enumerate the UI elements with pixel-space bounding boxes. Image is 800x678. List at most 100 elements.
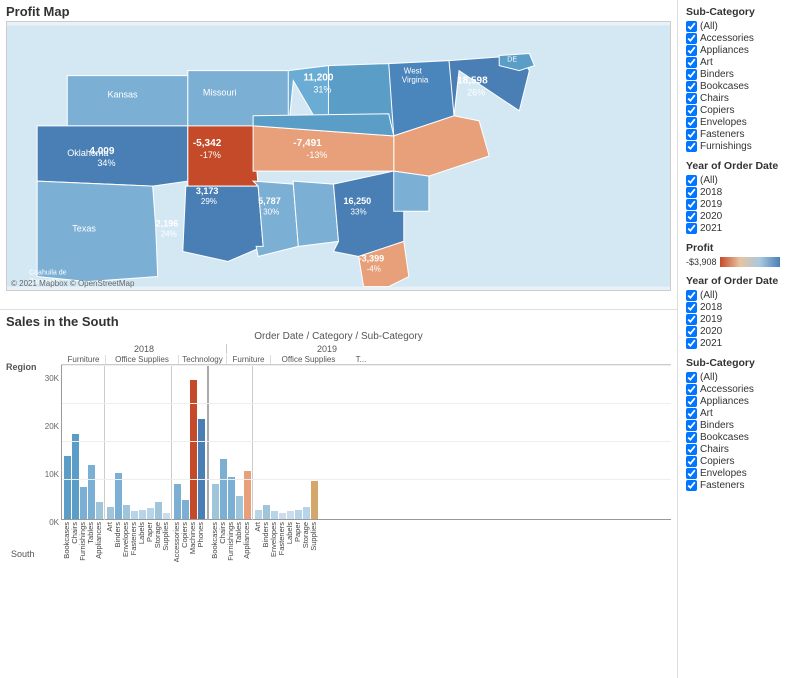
sidebar-item-appliances-top[interactable]: Appliances [686, 45, 792, 56]
checkbox-year-all-top[interactable] [686, 175, 697, 186]
label-2018-top: 2018 [700, 187, 722, 198]
kansas-label: Kansas [107, 90, 138, 100]
checkbox-appliances-top[interactable] [686, 45, 697, 56]
sidebar-item-binders-top[interactable]: Binders [686, 69, 792, 80]
sidebar-subcat-chairs-bottom[interactable]: Chairs [686, 444, 792, 455]
xl-binders-2019: Binders [261, 522, 269, 547]
checkbox-2021-bottom[interactable] [686, 338, 697, 349]
sidebar-subcat-art-bottom[interactable]: Art [686, 408, 792, 419]
year-2018-header: 2018 [62, 344, 227, 354]
svg-text:2,196: 2,196 [156, 218, 179, 228]
sidebar-year-2021-top[interactable]: 2021 [686, 223, 792, 234]
sidebar-year-top: Year of Order Date (All) 2018 2019 2020 … [686, 160, 792, 234]
sidebar-item-bookcases-top[interactable]: Bookcases [686, 81, 792, 92]
xl-labels-2019: Labels [285, 522, 293, 544]
y-0k: 0K [49, 518, 59, 527]
sidebar-subcat-copiers-bottom[interactable]: Copiers [686, 456, 792, 467]
xl-labels-2018: Labels [137, 522, 145, 544]
sidebar-year-2020-top[interactable]: 2020 [686, 211, 792, 222]
xl-machines-2018: Machines [188, 522, 196, 554]
bar-chairs-2019 [220, 459, 227, 519]
checkbox-fasteners-bottom[interactable] [686, 480, 697, 491]
bar-paper-2018 [147, 508, 154, 519]
sidebar-subcat-envelopes-bottom[interactable]: Envelopes [686, 468, 792, 479]
sidebar-year-2018-top[interactable]: 2018 [686, 187, 792, 198]
checkbox-chairs-bottom[interactable] [686, 444, 697, 455]
checkbox-year-all-bottom[interactable] [686, 290, 697, 301]
sidebar-subcat-fasteners-bottom[interactable]: Fasteners [686, 480, 792, 491]
sidebar-subcat-accessories-bottom[interactable]: Accessories [686, 384, 792, 395]
sidebar-subcat-binders-bottom[interactable]: Binders [686, 420, 792, 431]
label-binders-top: Binders [700, 69, 734, 80]
svg-text:31%: 31% [313, 85, 331, 95]
checkbox-copiers-bottom[interactable] [686, 456, 697, 467]
sidebar-item-accessories[interactable]: Accessories [686, 33, 792, 44]
sidebar-year-2020-bottom[interactable]: 2020 [686, 326, 792, 337]
xl-accessories-2018: Accessories [172, 522, 180, 562]
checkbox-2020-bottom[interactable] [686, 326, 697, 337]
checkbox-appliances-bottom[interactable] [686, 396, 697, 407]
checkbox-binders-bottom[interactable] [686, 420, 697, 431]
checkbox-accessories-bottom[interactable] [686, 384, 697, 395]
label-chairs-top: Chairs [700, 93, 729, 104]
bar-bookcases-2019 [212, 484, 219, 519]
label-art-bottom: Art [700, 408, 713, 419]
sidebar-subcat-bookcases-bottom[interactable]: Bookcases [686, 432, 792, 443]
svg-text:16,250: 16,250 [344, 196, 372, 206]
checkbox-subcat-all-bottom[interactable] [686, 372, 697, 383]
checkbox-2019-bottom[interactable] [686, 314, 697, 325]
profit-legend-row: -$3,908 [686, 257, 792, 267]
sidebar-item-envelopes-top[interactable]: Envelopes [686, 117, 792, 128]
checkbox-envelopes-top[interactable] [686, 117, 697, 128]
checkbox-all-top[interactable] [686, 21, 697, 32]
sidebar-item-art-top[interactable]: Art [686, 57, 792, 68]
xl-furnishings-2019: Furnishings [226, 522, 234, 561]
checkbox-accessories[interactable] [686, 33, 697, 44]
sidebar-subcat-appliances-bottom[interactable]: Appliances [686, 396, 792, 407]
checkbox-art-bottom[interactable] [686, 408, 697, 419]
sidebar-subcat-all-bottom[interactable]: (All) [686, 372, 792, 383]
checkbox-fasteners-top[interactable] [686, 129, 697, 140]
copyright-text: © 2021 Mapbox © OpenStreetMap [11, 279, 134, 288]
checkbox-envelopes-bottom[interactable] [686, 468, 697, 479]
sidebar: Sub-Category (All) Accessories Appliance… [677, 0, 800, 678]
bar-chairs-2018 [72, 434, 79, 519]
checkbox-2020-top[interactable] [686, 211, 697, 222]
profit-map-section: Profit Map [0, 0, 677, 310]
sales-south-section: Sales in the South Order Date / Category… [0, 310, 677, 678]
texas-label: Texas [72, 223, 96, 233]
label-fasteners-bottom: Fasteners [700, 480, 744, 491]
map-container: Kansas Missouri West Virginia DE Oklahom… [6, 21, 671, 291]
checkbox-furnishings-top[interactable] [686, 141, 697, 152]
y-30k: 30K [45, 374, 59, 383]
sidebar-item-copiers-top[interactable]: Copiers [686, 105, 792, 116]
checkbox-2018-bottom[interactable] [686, 302, 697, 313]
checkbox-bookcases-top[interactable] [686, 81, 697, 92]
checkbox-binders-top[interactable] [686, 69, 697, 80]
svg-text:30%: 30% [263, 207, 279, 216]
label-copiers-top: Copiers [700, 105, 734, 116]
sidebar-year-2019-bottom[interactable]: 2019 [686, 314, 792, 325]
label-accessories: Accessories [700, 33, 754, 44]
sidebar-year-all-top[interactable]: (All) [686, 175, 792, 186]
checkbox-chairs-top[interactable] [686, 93, 697, 104]
xl-art-2019: Art [253, 522, 261, 532]
checkbox-2021-top[interactable] [686, 223, 697, 234]
bar-labels-2019 [287, 511, 294, 519]
cat-tech-2018: Technology [179, 355, 227, 364]
sidebar-year-2018-bottom[interactable]: 2018 [686, 302, 792, 313]
bar-supplies-2019 [311, 481, 318, 519]
checkbox-bookcases-bottom[interactable] [686, 432, 697, 443]
bar-bookcases-2018 [64, 456, 71, 519]
checkbox-2018-top[interactable] [686, 187, 697, 198]
checkbox-2019-top[interactable] [686, 199, 697, 210]
checkbox-art-top[interactable] [686, 57, 697, 68]
checkbox-copiers-top[interactable] [686, 105, 697, 116]
sidebar-year-all-bottom[interactable]: (All) [686, 290, 792, 301]
sidebar-year-2019-top[interactable]: 2019 [686, 199, 792, 210]
sidebar-item-fasteners-top[interactable]: Fasteners [686, 129, 792, 140]
sidebar-year-2021-bottom[interactable]: 2021 [686, 338, 792, 349]
sidebar-item-chairs-top[interactable]: Chairs [686, 93, 792, 104]
sidebar-item-all-top[interactable]: (All) [686, 21, 792, 32]
sidebar-item-furnishings-top[interactable]: Furnishings [686, 141, 792, 152]
